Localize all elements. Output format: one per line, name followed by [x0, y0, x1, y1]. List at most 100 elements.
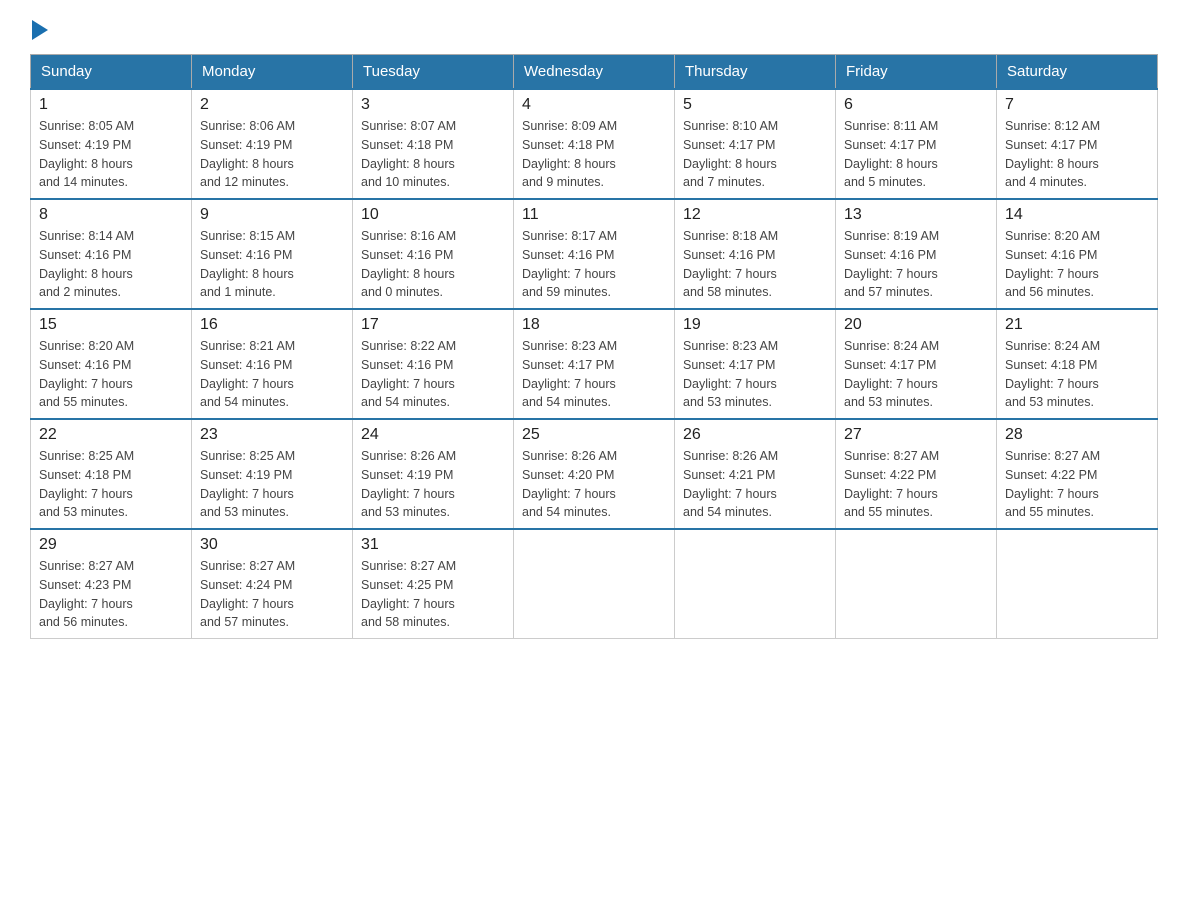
- calendar-cell: 31 Sunrise: 8:27 AM Sunset: 4:25 PM Dayl…: [353, 529, 514, 639]
- calendar-table: SundayMondayTuesdayWednesdayThursdayFrid…: [30, 54, 1158, 639]
- day-info: Sunrise: 8:27 AM Sunset: 4:22 PM Dayligh…: [844, 447, 988, 522]
- day-info: Sunrise: 8:27 AM Sunset: 4:24 PM Dayligh…: [200, 557, 344, 632]
- calendar-cell: 5 Sunrise: 8:10 AM Sunset: 4:17 PM Dayli…: [675, 89, 836, 199]
- day-info: Sunrise: 8:18 AM Sunset: 4:16 PM Dayligh…: [683, 227, 827, 302]
- calendar-cell: [514, 529, 675, 639]
- calendar-cell: 4 Sunrise: 8:09 AM Sunset: 4:18 PM Dayli…: [514, 89, 675, 199]
- calendar-cell: 28 Sunrise: 8:27 AM Sunset: 4:22 PM Dayl…: [997, 419, 1158, 529]
- day-number: 31: [361, 536, 505, 554]
- day-info: Sunrise: 8:09 AM Sunset: 4:18 PM Dayligh…: [522, 117, 666, 192]
- calendar-cell: 10 Sunrise: 8:16 AM Sunset: 4:16 PM Dayl…: [353, 199, 514, 309]
- day-info: Sunrise: 8:07 AM Sunset: 4:18 PM Dayligh…: [361, 117, 505, 192]
- day-number: 29: [39, 536, 183, 554]
- logo-arrow-icon: [32, 20, 48, 40]
- day-info: Sunrise: 8:20 AM Sunset: 4:16 PM Dayligh…: [39, 337, 183, 412]
- calendar-cell: 29 Sunrise: 8:27 AM Sunset: 4:23 PM Dayl…: [31, 529, 192, 639]
- calendar-cell: 23 Sunrise: 8:25 AM Sunset: 4:19 PM Dayl…: [192, 419, 353, 529]
- day-number: 21: [1005, 316, 1149, 334]
- day-info: Sunrise: 8:10 AM Sunset: 4:17 PM Dayligh…: [683, 117, 827, 192]
- day-number: 24: [361, 426, 505, 444]
- calendar-cell: 25 Sunrise: 8:26 AM Sunset: 4:20 PM Dayl…: [514, 419, 675, 529]
- day-info: Sunrise: 8:27 AM Sunset: 4:23 PM Dayligh…: [39, 557, 183, 632]
- calendar-cell: 12 Sunrise: 8:18 AM Sunset: 4:16 PM Dayl…: [675, 199, 836, 309]
- calendar-cell: 16 Sunrise: 8:21 AM Sunset: 4:16 PM Dayl…: [192, 309, 353, 419]
- calendar-cell: 9 Sunrise: 8:15 AM Sunset: 4:16 PM Dayli…: [192, 199, 353, 309]
- day-number: 3: [361, 96, 505, 114]
- day-info: Sunrise: 8:05 AM Sunset: 4:19 PM Dayligh…: [39, 117, 183, 192]
- logo: [30, 20, 49, 36]
- day-number: 19: [683, 316, 827, 334]
- week-row-4: 22 Sunrise: 8:25 AM Sunset: 4:18 PM Dayl…: [31, 419, 1158, 529]
- calendar-cell: 3 Sunrise: 8:07 AM Sunset: 4:18 PM Dayli…: [353, 89, 514, 199]
- calendar-cell: 1 Sunrise: 8:05 AM Sunset: 4:19 PM Dayli…: [31, 89, 192, 199]
- calendar-header-row: SundayMondayTuesdayWednesdayThursdayFrid…: [31, 55, 1158, 90]
- day-number: 18: [522, 316, 666, 334]
- calendar-cell: [997, 529, 1158, 639]
- day-number: 15: [39, 316, 183, 334]
- day-number: 28: [1005, 426, 1149, 444]
- weekday-header-thursday: Thursday: [675, 55, 836, 90]
- week-row-1: 1 Sunrise: 8:05 AM Sunset: 4:19 PM Dayli…: [31, 89, 1158, 199]
- weekday-header-friday: Friday: [836, 55, 997, 90]
- day-number: 4: [522, 96, 666, 114]
- day-number: 7: [1005, 96, 1149, 114]
- calendar-cell: 6 Sunrise: 8:11 AM Sunset: 4:17 PM Dayli…: [836, 89, 997, 199]
- day-number: 27: [844, 426, 988, 444]
- day-info: Sunrise: 8:11 AM Sunset: 4:17 PM Dayligh…: [844, 117, 988, 192]
- day-info: Sunrise: 8:22 AM Sunset: 4:16 PM Dayligh…: [361, 337, 505, 412]
- calendar-cell: 2 Sunrise: 8:06 AM Sunset: 4:19 PM Dayli…: [192, 89, 353, 199]
- day-info: Sunrise: 8:27 AM Sunset: 4:25 PM Dayligh…: [361, 557, 505, 632]
- day-number: 6: [844, 96, 988, 114]
- calendar-cell: 17 Sunrise: 8:22 AM Sunset: 4:16 PM Dayl…: [353, 309, 514, 419]
- day-number: 22: [39, 426, 183, 444]
- calendar-cell: 21 Sunrise: 8:24 AM Sunset: 4:18 PM Dayl…: [997, 309, 1158, 419]
- day-info: Sunrise: 8:27 AM Sunset: 4:22 PM Dayligh…: [1005, 447, 1149, 522]
- day-number: 13: [844, 206, 988, 224]
- weekday-header-wednesday: Wednesday: [514, 55, 675, 90]
- day-info: Sunrise: 8:14 AM Sunset: 4:16 PM Dayligh…: [39, 227, 183, 302]
- day-info: Sunrise: 8:23 AM Sunset: 4:17 PM Dayligh…: [683, 337, 827, 412]
- day-number: 5: [683, 96, 827, 114]
- day-info: Sunrise: 8:25 AM Sunset: 4:19 PM Dayligh…: [200, 447, 344, 522]
- page-header: [30, 20, 1158, 36]
- calendar-cell: 7 Sunrise: 8:12 AM Sunset: 4:17 PM Dayli…: [997, 89, 1158, 199]
- calendar-cell: 8 Sunrise: 8:14 AM Sunset: 4:16 PM Dayli…: [31, 199, 192, 309]
- day-info: Sunrise: 8:26 AM Sunset: 4:21 PM Dayligh…: [683, 447, 827, 522]
- day-info: Sunrise: 8:21 AM Sunset: 4:16 PM Dayligh…: [200, 337, 344, 412]
- calendar-cell: 19 Sunrise: 8:23 AM Sunset: 4:17 PM Dayl…: [675, 309, 836, 419]
- day-number: 8: [39, 206, 183, 224]
- week-row-2: 8 Sunrise: 8:14 AM Sunset: 4:16 PM Dayli…: [31, 199, 1158, 309]
- calendar-cell: 26 Sunrise: 8:26 AM Sunset: 4:21 PM Dayl…: [675, 419, 836, 529]
- day-info: Sunrise: 8:19 AM Sunset: 4:16 PM Dayligh…: [844, 227, 988, 302]
- weekday-header-saturday: Saturday: [997, 55, 1158, 90]
- day-number: 25: [522, 426, 666, 444]
- week-row-3: 15 Sunrise: 8:20 AM Sunset: 4:16 PM Dayl…: [31, 309, 1158, 419]
- day-info: Sunrise: 8:16 AM Sunset: 4:16 PM Dayligh…: [361, 227, 505, 302]
- calendar-cell: 13 Sunrise: 8:19 AM Sunset: 4:16 PM Dayl…: [836, 199, 997, 309]
- calendar-cell: [836, 529, 997, 639]
- day-info: Sunrise: 8:25 AM Sunset: 4:18 PM Dayligh…: [39, 447, 183, 522]
- day-number: 9: [200, 206, 344, 224]
- calendar-cell: 22 Sunrise: 8:25 AM Sunset: 4:18 PM Dayl…: [31, 419, 192, 529]
- calendar-cell: 24 Sunrise: 8:26 AM Sunset: 4:19 PM Dayl…: [353, 419, 514, 529]
- day-number: 26: [683, 426, 827, 444]
- day-number: 10: [361, 206, 505, 224]
- weekday-header-tuesday: Tuesday: [353, 55, 514, 90]
- day-number: 16: [200, 316, 344, 334]
- weekday-header-sunday: Sunday: [31, 55, 192, 90]
- day-info: Sunrise: 8:17 AM Sunset: 4:16 PM Dayligh…: [522, 227, 666, 302]
- weekday-header-monday: Monday: [192, 55, 353, 90]
- day-number: 1: [39, 96, 183, 114]
- day-number: 11: [522, 206, 666, 224]
- calendar-cell: [675, 529, 836, 639]
- day-number: 23: [200, 426, 344, 444]
- day-number: 20: [844, 316, 988, 334]
- calendar-cell: 27 Sunrise: 8:27 AM Sunset: 4:22 PM Dayl…: [836, 419, 997, 529]
- calendar-cell: 15 Sunrise: 8:20 AM Sunset: 4:16 PM Dayl…: [31, 309, 192, 419]
- day-number: 30: [200, 536, 344, 554]
- day-info: Sunrise: 8:26 AM Sunset: 4:19 PM Dayligh…: [361, 447, 505, 522]
- day-info: Sunrise: 8:24 AM Sunset: 4:17 PM Dayligh…: [844, 337, 988, 412]
- day-number: 12: [683, 206, 827, 224]
- day-number: 2: [200, 96, 344, 114]
- day-info: Sunrise: 8:26 AM Sunset: 4:20 PM Dayligh…: [522, 447, 666, 522]
